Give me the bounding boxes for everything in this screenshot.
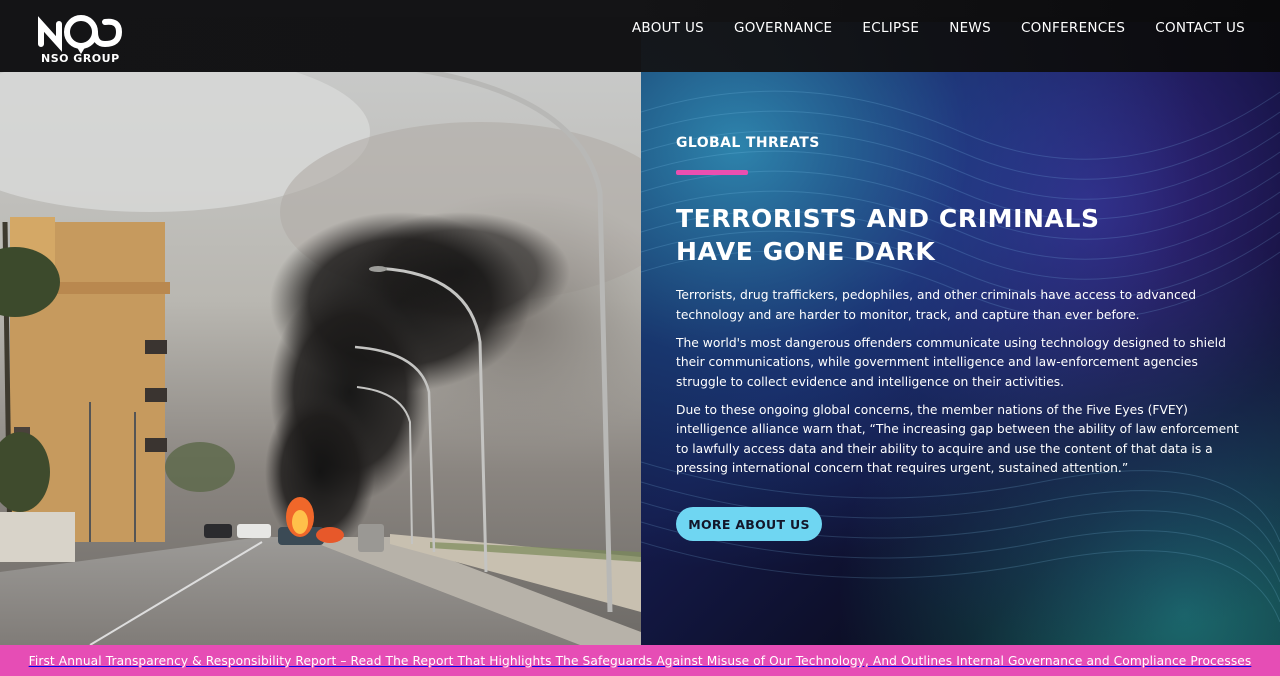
eyebrow-underline bbox=[676, 170, 748, 175]
body-paragraph: Terrorists, drug traffickers, pedophiles… bbox=[676, 288, 1197, 322]
page: NSO GROUP ABOUT US GOVERNANCE ECLIPSE NE… bbox=[0, 0, 1280, 676]
logo-text: NSO GROUP bbox=[41, 52, 120, 65]
headline-line-2: HAVE GONE DARK bbox=[676, 237, 936, 266]
nav-contact-us[interactable]: CONTACT US bbox=[1155, 20, 1245, 36]
nav-conferences[interactable]: CONFERENCES bbox=[1021, 20, 1125, 36]
nav-news[interactable]: NEWS bbox=[949, 20, 991, 36]
hero-headline: TERRORISTS AND CRIMINALS HAVE GONE DARK bbox=[676, 202, 1236, 268]
more-about-us-button[interactable]: MORE ABOUT US bbox=[676, 507, 822, 541]
hero-photo bbox=[0, 72, 641, 645]
nav-eclipse[interactable]: ECLIPSE bbox=[862, 20, 919, 36]
nav-about-us[interactable]: ABOUT US bbox=[632, 20, 704, 36]
report-banner[interactable]: First Annual Transparency & Responsibili… bbox=[0, 645, 1280, 676]
site-header: NSO GROUP ABOUT US GOVERNANCE ECLIPSE NE… bbox=[0, 0, 1280, 72]
section-eyebrow: GLOBAL THREATS bbox=[676, 135, 820, 151]
body-paragraph: The world's most dangerous offenders com… bbox=[676, 335, 1226, 389]
headline-line-1: TERRORISTS AND CRIMINALS bbox=[676, 204, 1100, 233]
body-paragraph: Due to these ongoing global concerns, th… bbox=[676, 402, 1239, 476]
report-banner-text: First Annual Transparency & Responsibili… bbox=[28, 653, 1252, 668]
nav-governance[interactable]: GOVERNANCE bbox=[734, 20, 832, 36]
main-nav: ABOUT US GOVERNANCE ECLIPSE NEWS CONFERE… bbox=[632, 20, 1245, 36]
street-fire-illustration bbox=[0, 72, 641, 645]
hero-body: Terrorists, drug traffickers, pedophiles… bbox=[676, 286, 1246, 487]
